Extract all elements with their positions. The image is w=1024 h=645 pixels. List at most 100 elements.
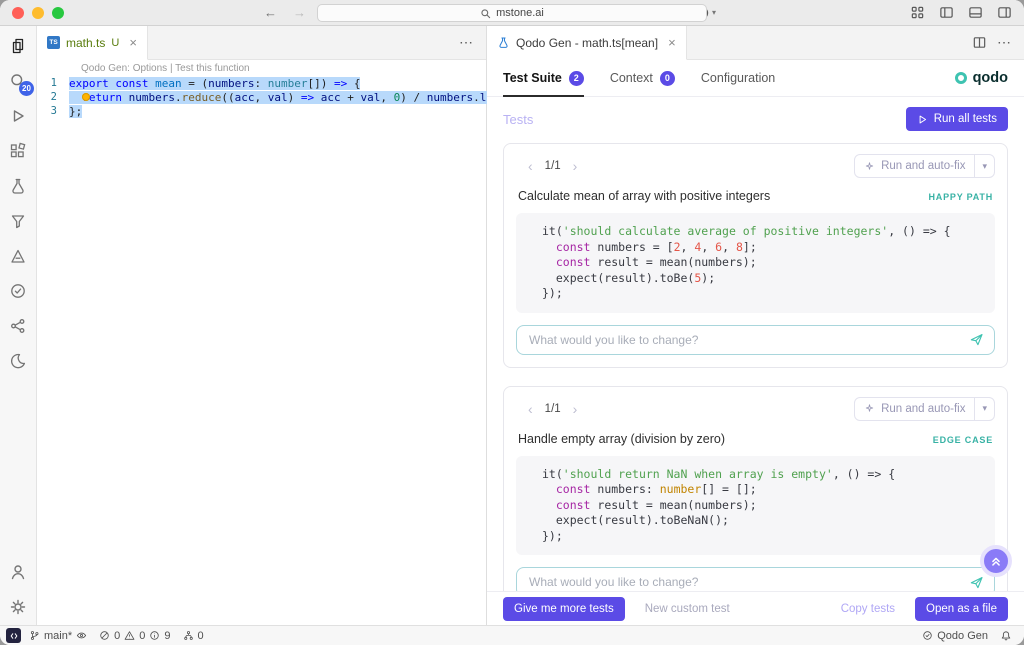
- tab-math-ts[interactable]: TS math.ts U ×: [37, 26, 148, 60]
- navigate-back-button[interactable]: ←: [264, 6, 277, 19]
- warning-icon: [124, 630, 135, 641]
- editor-tab-bar: TS math.ts U × ⋯: [37, 26, 486, 60]
- gear-icon: [8, 597, 28, 617]
- test-code-block[interactable]: it('should return NaN when array is empt…: [516, 456, 995, 556]
- split-editor-icon[interactable]: [972, 35, 987, 50]
- line-number: 2: [37, 91, 69, 103]
- editor-code-line[interactable]: 2 return numbers.reduce((acc, val) => ac…: [37, 90, 486, 104]
- status-bar: main* 0 0 9 0 Qodo Gen: [0, 625, 1024, 645]
- maximize-window-button[interactable]: [52, 7, 64, 19]
- test-category-badge: HAPPY PATH: [928, 192, 993, 202]
- caret-down-icon: ▾: [712, 8, 716, 17]
- settings-button[interactable]: [6, 595, 30, 619]
- apps-grid-button[interactable]: [910, 5, 925, 20]
- tab-filename: math.ts: [66, 36, 105, 50]
- run-options-chevron[interactable]: ▾: [974, 155, 994, 177]
- run-options-chevron[interactable]: ▾: [974, 398, 994, 420]
- test-cards-list: ‹ 1/1 › Run and auto-fix ▾ Calculate mea…: [487, 139, 1024, 591]
- person-icon: [8, 562, 28, 582]
- run-all-tests-button[interactable]: Run all tests: [906, 107, 1008, 131]
- change-request-input[interactable]: [527, 332, 961, 348]
- toggle-secondary-sidebar-button[interactable]: [997, 5, 1012, 20]
- test-pagination: 1/1: [545, 160, 561, 172]
- change-request-box: [516, 567, 995, 591]
- qodo-gen-status[interactable]: Qodo Gen: [916, 630, 994, 642]
- tests-section-title: Tests: [503, 112, 533, 127]
- prev-test-chevron[interactable]: ‹: [528, 159, 533, 173]
- window-controls: [12, 7, 64, 19]
- qodo-flask-view-button[interactable]: [6, 174, 30, 198]
- copy-tests-button[interactable]: Copy tests: [835, 602, 901, 616]
- new-custom-test-button[interactable]: New custom test: [639, 602, 736, 616]
- qodo-panel-body: Test Suite 2 Context 0 Configuration qod…: [487, 60, 1024, 591]
- remote-indicator[interactable]: [6, 628, 21, 643]
- code-editor[interactable]: Qodo Gen: Options | Test this function 1…: [37, 60, 486, 625]
- git-untracked-marker: U: [111, 37, 119, 49]
- search-badge: 20: [19, 81, 34, 96]
- search-view-button[interactable]: 20: [6, 69, 30, 93]
- line-number: 3: [37, 105, 69, 117]
- send-icon[interactable]: [969, 575, 984, 590]
- qodo-panel-footer: Give me more tests New custom test Copy …: [487, 591, 1024, 625]
- explorer-icon: [8, 36, 28, 56]
- run-autofix-button[interactable]: Run and auto-fix ▾: [854, 397, 995, 421]
- flask-icon: [8, 176, 28, 196]
- run-debug-icon: [8, 106, 28, 126]
- editor-actions-more-icon[interactable]: ⋯: [459, 34, 474, 51]
- accounts-button[interactable]: [6, 560, 30, 584]
- tab-context[interactable]: Context 0: [610, 60, 675, 96]
- navigate-forward-button[interactable]: →: [293, 6, 306, 19]
- editor-code-line[interactable]: 1export const mean = (numbers: number[])…: [37, 76, 486, 90]
- filter-view-button[interactable]: [6, 209, 30, 233]
- send-icon[interactable]: [969, 332, 984, 347]
- run-debug-view-button[interactable]: [6, 104, 30, 128]
- prev-test-chevron[interactable]: ‹: [528, 402, 533, 416]
- panel-tab-label: Qodo Gen - math.ts[mean]: [516, 36, 658, 50]
- tab-qodo-gen[interactable]: Qodo Gen - math.ts[mean] ×: [487, 26, 687, 60]
- test-pagination: 1/1: [545, 403, 561, 415]
- minimize-window-button[interactable]: [32, 7, 44, 19]
- qodo-logo: qodo: [955, 70, 1008, 86]
- qodo-a-view-button[interactable]: [6, 244, 30, 268]
- activity-bar: 20: [0, 26, 37, 625]
- tab-test-suite[interactable]: Test Suite 2: [503, 60, 584, 96]
- close-window-button[interactable]: [12, 7, 24, 19]
- run-autofix-button[interactable]: Run and auto-fix ▾: [854, 154, 995, 178]
- network-status[interactable]: 0: [177, 626, 210, 645]
- test-pager: ‹ 1/1 ›: [528, 402, 577, 416]
- next-test-chevron[interactable]: ›: [573, 159, 578, 173]
- next-test-chevron[interactable]: ›: [573, 402, 578, 416]
- git-branch-status[interactable]: main*: [23, 626, 93, 645]
- test-card: ‹ 1/1 › Run and auto-fix ▾ Handle empty …: [503, 386, 1008, 592]
- layout-panel-bottom-icon: [968, 5, 983, 20]
- share-graph-view-button[interactable]: [6, 314, 30, 338]
- codelens-actions[interactable]: Qodo Gen: Options | Test this function: [81, 63, 486, 74]
- vscode-window: ← → mstone.ai ▾: [0, 0, 1024, 645]
- change-request-input[interactable]: [527, 574, 961, 590]
- toggle-panel-button[interactable]: [968, 5, 983, 20]
- test-code-block[interactable]: it('should calculate average of positive…: [516, 213, 995, 313]
- editor-code-line[interactable]: 3};: [37, 104, 486, 118]
- lightbulb-icon[interactable]: [82, 93, 90, 101]
- tab-configuration[interactable]: Configuration: [701, 60, 775, 96]
- toggle-sidebar-button[interactable]: [939, 5, 954, 20]
- testing-view-button[interactable]: [6, 279, 30, 303]
- theme-view-button[interactable]: [6, 349, 30, 373]
- qodo-logo-icon: [955, 72, 967, 84]
- panel-more-actions-icon[interactable]: ⋯: [997, 34, 1012, 51]
- command-center-search[interactable]: mstone.ai: [317, 4, 707, 22]
- scroll-to-top-button[interactable]: [980, 545, 1012, 577]
- close-tab-icon[interactable]: ×: [668, 35, 676, 50]
- notifications-button[interactable]: [994, 630, 1018, 642]
- change-request-box: [516, 325, 995, 355]
- qodo-gen-panel: Qodo Gen - math.ts[mean] × ⋯ Test Suite …: [487, 26, 1024, 625]
- give-more-tests-button[interactable]: Give me more tests: [503, 597, 625, 621]
- explorer-view-button[interactable]: [6, 34, 30, 58]
- tests-header: Tests Run all tests: [487, 97, 1024, 139]
- panel-tab-bar: Qodo Gen - math.ts[mean] × ⋯: [487, 26, 1024, 60]
- close-tab-icon[interactable]: ×: [129, 35, 137, 50]
- search-icon: [480, 8, 491, 19]
- open-as-file-button[interactable]: Open as a file: [915, 597, 1008, 621]
- extensions-view-button[interactable]: [6, 139, 30, 163]
- problems-status[interactable]: 0 0 9: [93, 626, 176, 645]
